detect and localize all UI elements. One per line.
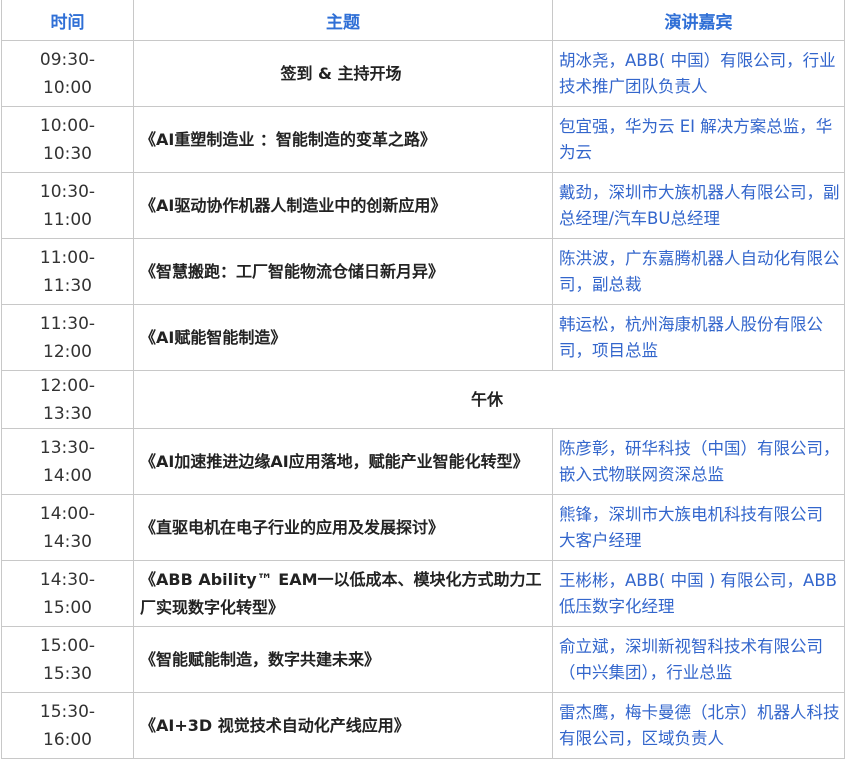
table-row-lunch: 12:00- 13:30 午休 <box>1 370 845 429</box>
speaker-cell: 熊锋，深圳市大族电机科技有限公司 大客户经理 <box>552 494 845 561</box>
topic-cell: 《AI赋能智能制造》 <box>133 304 553 371</box>
topic-cell: 《AI驱动协作机器人制造业中的创新应用》 <box>133 172 553 239</box>
table-row: 15:30- 16:00 《AI+3D 视觉技术自动化产线应用》 雷杰鹰，梅卡曼德… <box>1 692 845 759</box>
topic-cell: 《ABB Ability™ EAM一以低成本、模块化方式助力工厂实现数字化转型》 <box>133 560 553 627</box>
topic-cell: 《AI加速推进边缘AI应用落地，赋能产业智能化转型》 <box>133 428 553 495</box>
table-row: 09:30- 10:00 签到 & 主持开场 胡冰尧，ABB( 中国）有限公司，行… <box>1 40 845 107</box>
topic-cell: 《智慧搬跑：工厂智能物流仓储日新月异》 <box>133 238 553 305</box>
time-end: 14:30 <box>43 531 92 552</box>
time-end: 12:00 <box>43 341 92 362</box>
time-cell: 10:30- 11:00 <box>1 172 134 239</box>
table-row: 10:30- 11:00 《AI驱动协作机器人制造业中的创新应用》 戴劲，深圳市大… <box>1 172 845 239</box>
time-end: 15:00 <box>43 597 92 618</box>
time-cell: 15:00- 15:30 <box>1 626 134 693</box>
table-row: 11:00- 11:30 《智慧搬跑：工厂智能物流仓储日新月异》 陈洪波，广东嘉腾… <box>1 238 845 305</box>
time-cell: 15:30- 16:00 <box>1 692 134 759</box>
time-cell: 11:30- 12:00 <box>1 304 134 371</box>
time-start: 14:00- <box>39 503 96 524</box>
speaker-cell: 俞立斌，深圳新视智科技术有限公司（中兴集团），行业总监 <box>552 626 845 693</box>
time-cell: 11:00- 11:30 <box>1 238 134 305</box>
time-cell: 09:30- 10:00 <box>1 40 134 107</box>
header-topic: 主题 <box>133 0 553 41</box>
time-end: 10:00 <box>43 77 92 98</box>
time-end: 10:30 <box>43 143 92 164</box>
time-end: 15:30 <box>43 663 92 684</box>
speaker-cell: 胡冰尧，ABB( 中国）有限公司，行业技术推广团队负责人 <box>552 40 845 107</box>
speaker-cell: 包宜强，华为云 EI 解决方案总监，华为云 <box>552 106 845 173</box>
time-start: 14:30- <box>39 569 96 590</box>
time-start: 11:30- <box>39 313 96 334</box>
topic-cell: 《智能赋能制造，数字共建未来》 <box>133 626 553 693</box>
table-row: 10:00- 10:30 《AI重塑制造业 ：智能制造的变革之路》 包宜强，华为云… <box>1 106 845 173</box>
time-end: 11:00 <box>43 209 92 230</box>
time-start: 09:30- <box>39 49 96 70</box>
table-row: 14:00- 14:30 《直驱电机在电子行业的应用及发展探讨》 熊锋，深圳市大族… <box>1 494 845 561</box>
time-cell: 12:00- 13:30 <box>1 370 134 429</box>
agenda-table: 时间 主题 演讲嘉宾 09:30- 10:00 签到 & 主持开场 胡冰尧，ABB… <box>1 0 845 759</box>
speaker-cell: 陈彦彰，研华科技（中国）有限公司，嵌入式物联网资深总监 <box>552 428 845 495</box>
time-start: 10:00- <box>39 115 96 136</box>
time-cell: 10:00- 10:30 <box>1 106 134 173</box>
speaker-cell: 雷杰鹰，梅卡曼德（北京）机器人科技有限公司，区域负责人 <box>552 692 845 759</box>
time-end: 13:30 <box>43 403 92 424</box>
topic-cell: 签到 & 主持开场 <box>133 40 553 107</box>
table-row: 13:30- 14:00 《AI加速推进边缘AI应用落地，赋能产业智能化转型》 陈… <box>1 428 845 495</box>
time-cell: 13:30- 14:00 <box>1 428 134 495</box>
time-end: 16:00 <box>43 729 92 750</box>
time-end: 14:00 <box>43 465 92 486</box>
speaker-cell: 王彬彬，ABB( 中国 ) 有限公司，ABB低压数字化经理 <box>552 560 845 627</box>
table-row: 14:30- 15:00 《ABB Ability™ EAM一以低成本、模块化方式… <box>1 560 845 627</box>
time-start: 15:30- <box>39 701 96 722</box>
header-time: 时间 <box>1 0 134 41</box>
table-row: 15:00- 15:30 《智能赋能制造，数字共建未来》 俞立斌，深圳新视智科技术… <box>1 626 845 693</box>
header-row: 时间 主题 演讲嘉宾 <box>1 0 845 41</box>
speaker-cell: 韩运松，杭州海康机器人股份有限公司，项目总监 <box>552 304 845 371</box>
time-start: 12:00- <box>39 375 96 396</box>
topic-cell: 《AI+3D 视觉技术自动化产线应用》 <box>133 692 553 759</box>
time-start: 10:30- <box>39 181 96 202</box>
time-start: 13:30- <box>39 437 96 458</box>
time-cell: 14:30- 15:00 <box>1 560 134 627</box>
header-speaker: 演讲嘉宾 <box>552 0 845 41</box>
table-row: 11:30- 12:00 《AI赋能智能制造》 韩运松，杭州海康机器人股份有限公司… <box>1 304 845 371</box>
time-start: 11:00- <box>39 247 96 268</box>
time-end: 11:30 <box>43 275 92 296</box>
time-cell: 14:00- 14:30 <box>1 494 134 561</box>
time-start: 15:00- <box>39 635 96 656</box>
speaker-cell: 戴劲，深圳市大族机器人有限公司，副总经理/汽车BU总经理 <box>552 172 845 239</box>
speaker-cell: 陈洪波，广东嘉腾机器人自动化有限公司，副总裁 <box>552 238 845 305</box>
topic-cell: 《AI重塑制造业 ：智能制造的变革之路》 <box>133 106 553 173</box>
topic-cell: 《直驱电机在电子行业的应用及发展探讨》 <box>133 494 553 561</box>
lunch-break-cell: 午休 <box>133 370 845 429</box>
